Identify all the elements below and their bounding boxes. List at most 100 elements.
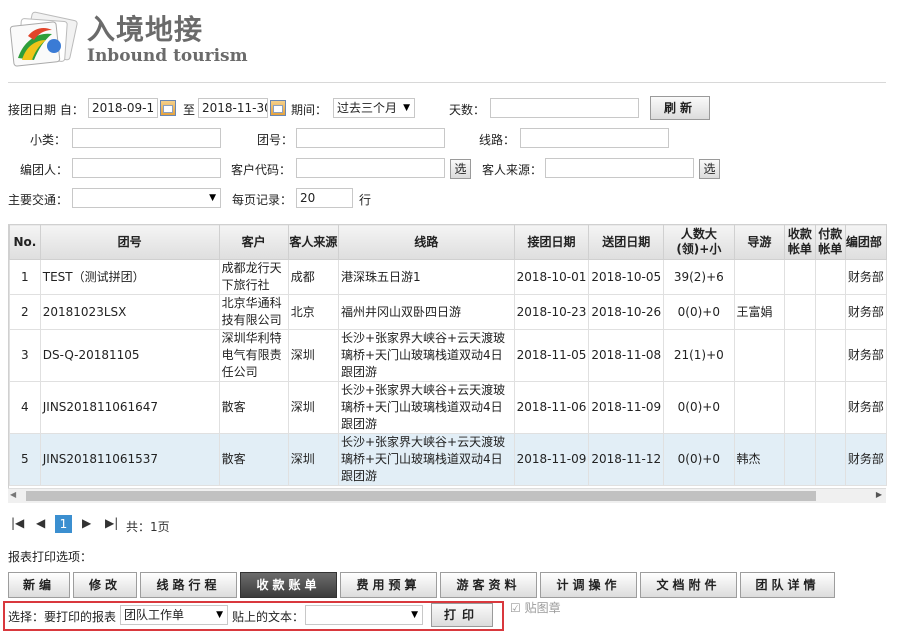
tab-receipt-bill[interactable]: 收款账单 — [240, 572, 337, 598]
col-header-customer[interactable]: 客户 — [218, 224, 289, 260]
cell-group-no[interactable]: TEST（测试拼团） — [39, 259, 220, 295]
cell-payment-bill[interactable] — [814, 294, 846, 330]
cell-payment-bill[interactable] — [814, 329, 846, 382]
pickup-date-label: 接团日期 自： — [8, 103, 84, 117]
cell-group-no[interactable]: JINS201811061647 — [39, 381, 220, 434]
date-to-input[interactable]: 2018-11-30 — [198, 98, 268, 118]
cell-headcount: 39(2)+6 — [663, 259, 735, 295]
cell-customer: 深圳华利特电气有限责任公司 — [218, 329, 289, 382]
col-header-department[interactable]: 编团部 — [844, 224, 887, 260]
tab-edit[interactable]: 修改 — [73, 572, 137, 598]
scrollbar-thumb[interactable] — [26, 491, 816, 501]
guest-source-input[interactable] — [545, 158, 694, 178]
print-button[interactable]: 打印 — [431, 603, 493, 627]
period-label: 期间： — [291, 103, 328, 117]
cell-no: 1 — [9, 259, 41, 295]
cell-pickup-date: 2018-11-05 — [513, 329, 590, 382]
stamp-label: 贴图章 — [524, 601, 561, 615]
cell-route: 长沙+张家界大峡谷+云天渡玻璃桥+天门山玻璃栈道双动4日跟团游 — [337, 433, 515, 486]
cell-pickup-date: 2018-11-06 — [513, 381, 590, 434]
cell-receipt-bill[interactable] — [784, 433, 816, 486]
col-header-pickup-date[interactable]: 接团日期 — [513, 224, 590, 260]
cell-group-no[interactable]: 20181023LSX — [39, 294, 220, 330]
cell-payment-bill[interactable] — [814, 433, 846, 486]
cell-group-no[interactable]: JINS201811061537 — [39, 433, 220, 486]
tab-operation[interactable]: 计调操作 — [540, 572, 637, 598]
tab-tourist-info[interactable]: 游客资料 — [440, 572, 537, 598]
cell-guest-source: 深圳 — [287, 329, 339, 382]
last-page-icon[interactable]: ▶| — [105, 516, 118, 530]
horizontal-scrollbar[interactable]: ◀ ▶ — [8, 488, 886, 503]
cell-guide — [733, 381, 786, 434]
report-select[interactable]: 团队工作单 ▼ — [120, 605, 228, 625]
table-row[interactable]: 4 JINS201811061647 散客 深圳 长沙+张家界大峡谷+云天渡玻璃… — [9, 381, 887, 434]
calendar-icon[interactable] — [270, 100, 286, 116]
col-header-receipt-bill[interactable]: 收款帐单 — [784, 224, 816, 260]
per-page-input[interactable]: 20 — [296, 188, 353, 208]
col-header-headcount[interactable]: 人数大(领)+小 — [663, 224, 735, 260]
cell-receipt-bill[interactable] — [784, 329, 816, 382]
prev-page-icon[interactable]: ◀ — [36, 516, 45, 530]
col-header-group-no[interactable]: 团号 — [39, 224, 220, 260]
scroll-left-icon[interactable]: ◀ — [10, 490, 16, 499]
tab-new[interactable]: 新编 — [8, 572, 70, 598]
cell-dropoff-date: 2018-11-08 — [588, 329, 665, 382]
next-page-icon[interactable]: ▶ — [82, 516, 91, 530]
col-header-guest-source[interactable]: 客人来源 — [287, 224, 339, 260]
scroll-right-icon[interactable]: ▶ — [876, 490, 882, 499]
col-header-route[interactable]: 线路 — [337, 224, 515, 260]
first-page-icon[interactable]: |◀ — [11, 516, 24, 530]
cell-receipt-bill[interactable] — [784, 294, 816, 330]
table-row-selected[interactable]: 5 JINS201811061537 散客 深圳 长沙+张家界大峡谷+云天渡玻璃… — [9, 433, 887, 486]
cell-guest-source: 深圳 — [287, 433, 339, 486]
stamp-checkbox[interactable]: ☑ 贴图章 — [510, 599, 561, 616]
cell-route: 港深珠五日游1 — [337, 259, 515, 295]
col-header-no[interactable]: No. — [9, 224, 41, 260]
table-row[interactable]: 2 20181023LSX 北京华通科技有限公司 北京 福州井冈山双卧四日游 2… — [9, 294, 887, 330]
cell-payment-bill[interactable] — [814, 381, 846, 434]
subcategory-label: 小类： — [30, 133, 67, 147]
route-input[interactable] — [520, 128, 669, 148]
tab-attachments[interactable]: 文档附件 — [640, 572, 737, 598]
col-header-payment-bill[interactable]: 付款帐单 — [814, 224, 846, 260]
col-header-dropoff-date[interactable]: 送团日期 — [588, 224, 665, 260]
cell-customer: 成都龙行天下旅行社 — [218, 259, 289, 295]
group-table: No. 团号 客户 客人来源 线路 接团日期 送团日期 人数大(领)+小 导游 … — [8, 224, 887, 502]
page-subtitle: Inbound tourism — [87, 46, 248, 66]
tab-group-details[interactable]: 团队详情 — [740, 572, 835, 598]
customer-code-input[interactable] — [296, 158, 445, 178]
cell-headcount: 0(0)+0 — [663, 381, 735, 434]
group-no-input[interactable] — [296, 128, 445, 148]
app-logo — [8, 10, 82, 72]
table-row[interactable]: 1 TEST（测试拼团） 成都龙行天下旅行社 成都 港深珠五日游1 2018-1… — [9, 259, 887, 295]
route-label: 线路： — [479, 133, 516, 147]
refresh-button[interactable]: 刷新 — [650, 96, 710, 120]
cell-receipt-bill[interactable] — [784, 381, 816, 434]
tab-cost-budget[interactable]: 费用预算 — [340, 572, 437, 598]
cell-payment-bill[interactable] — [814, 259, 846, 295]
cell-route: 长沙+张家界大峡谷+云天渡玻璃桥+天门山玻璃栈道双动4日跟团游 — [337, 381, 515, 434]
days-input[interactable] — [490, 98, 639, 118]
period-select[interactable]: 过去三个月 ▼ — [333, 98, 415, 118]
dropdown-arrow-icon: ▼ — [411, 610, 418, 620]
cell-headcount: 0(0)+0 — [663, 294, 735, 330]
creator-input[interactable] — [72, 158, 221, 178]
table-row[interactable]: 3 DS-Q-20181105 深圳华利特电气有限责任公司 深圳 长沙+张家界大… — [9, 329, 887, 382]
subcategory-input[interactable] — [72, 128, 221, 148]
print-selection-bar: 选择：要打印的报表 团队工作单 ▼ 贴上的文本： ▼ 打印 — [3, 601, 504, 631]
select-guest-source-button[interactable]: 选 — [699, 159, 720, 179]
guest-source-label: 客人来源： — [482, 163, 543, 177]
cell-receipt-bill[interactable] — [784, 259, 816, 295]
current-page-button[interactable]: 1 — [55, 515, 72, 533]
dropdown-arrow-icon: ▼ — [216, 610, 223, 620]
date-from-input[interactable]: 2018-09-1 — [88, 98, 158, 118]
col-header-guide[interactable]: 导游 — [733, 224, 786, 260]
cell-route: 长沙+张家界大峡谷+云天渡玻璃桥+天门山玻璃栈道双动4日跟团游 — [337, 329, 515, 382]
text-on-select[interactable]: ▼ — [305, 605, 423, 625]
calendar-icon[interactable] — [160, 100, 176, 116]
select-customer-button[interactable]: 选 — [450, 159, 471, 179]
transport-select[interactable]: ▼ — [72, 188, 221, 208]
cell-department: 财务部 — [844, 259, 887, 295]
cell-group-no[interactable]: DS-Q-20181105 — [39, 329, 220, 382]
tab-route-itinerary[interactable]: 线路行程 — [140, 572, 237, 598]
